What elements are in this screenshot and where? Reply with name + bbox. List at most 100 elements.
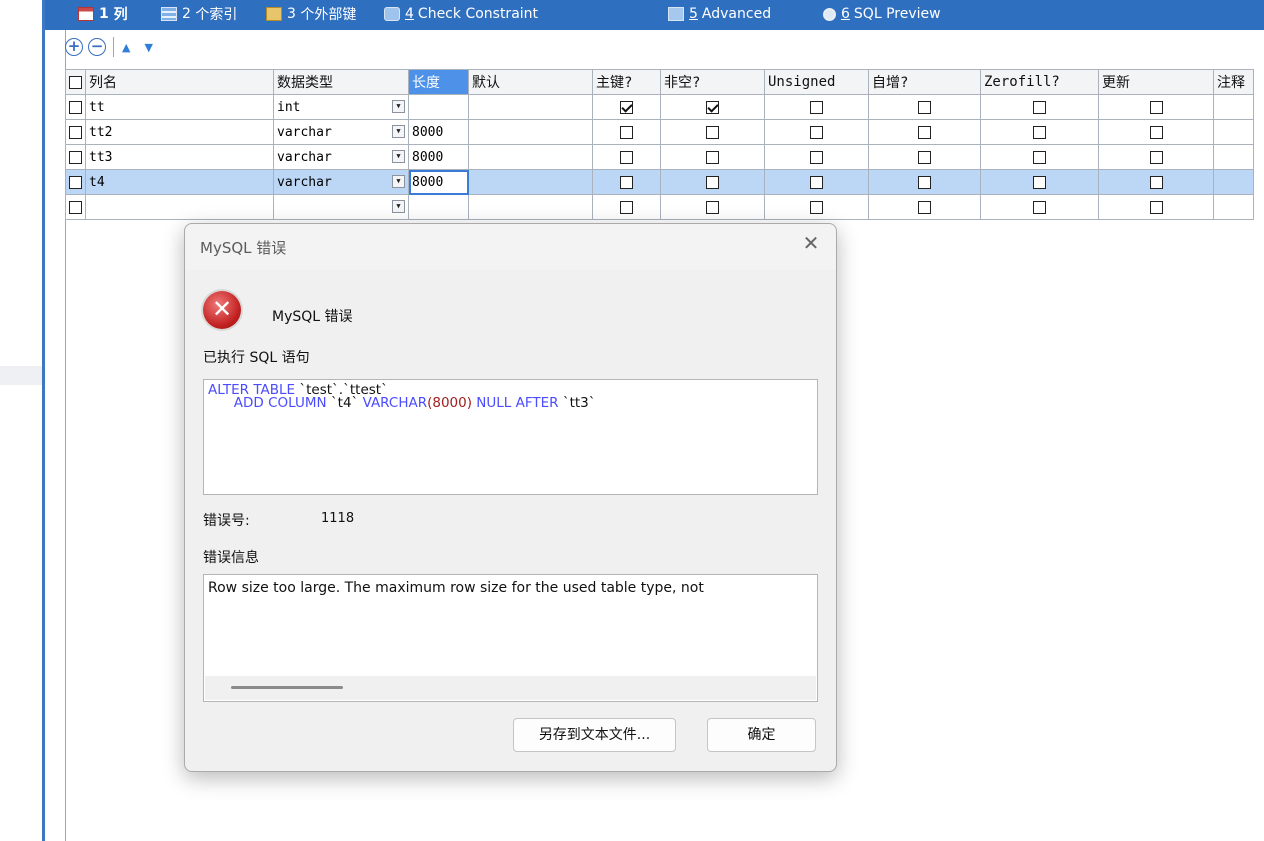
table-row[interactable]: t4 varchar ▼ 8000 [65, 169, 1254, 195]
header-default[interactable]: 默认 [468, 69, 593, 95]
zerofill-checkbox[interactable] [1033, 125, 1046, 139]
comment-cell[interactable] [1213, 144, 1254, 170]
auto-increment-checkbox[interactable] [918, 175, 931, 189]
unsigned-cell[interactable] [764, 119, 869, 145]
table-row[interactable]: tt2 varchar ▼ 8000 [65, 119, 1254, 145]
row-select-cell[interactable] [65, 194, 86, 220]
comment-cell[interactable] [1213, 119, 1254, 145]
tab-advanced[interactable]: 5 Advanced [668, 0, 771, 28]
zerofill-cell[interactable] [980, 169, 1099, 195]
length-cell[interactable]: 8000 [408, 144, 469, 170]
select-all-cell[interactable] [65, 69, 86, 95]
row-select-checkbox[interactable] [69, 175, 82, 189]
zerofill-cell[interactable] [980, 119, 1099, 145]
unsigned-checkbox[interactable] [810, 150, 823, 164]
unsigned-checkbox[interactable] [810, 200, 823, 214]
tab-foreign-keys[interactable]: 3 个外部键 [266, 0, 356, 28]
primary-key-cell[interactable] [592, 94, 661, 120]
not-null-cell[interactable] [660, 194, 765, 220]
length-cell[interactable]: 8000 [408, 169, 469, 195]
data-type-cell[interactable]: varchar ▼ [273, 169, 409, 195]
header-zerofill[interactable]: Zerofill? [980, 69, 1099, 95]
comment-cell[interactable] [1213, 194, 1254, 220]
header-on-update[interactable]: 更新 [1098, 69, 1214, 95]
not-null-checkbox[interactable] [706, 125, 719, 139]
unsigned-checkbox[interactable] [810, 125, 823, 139]
on-update-cell[interactable] [1098, 94, 1214, 120]
length-cell[interactable] [408, 94, 469, 120]
chevron-down-icon[interactable]: ▼ [392, 150, 405, 163]
auto-increment-checkbox[interactable] [918, 100, 931, 114]
zerofill-cell[interactable] [980, 94, 1099, 120]
row-select-cell[interactable] [65, 169, 86, 195]
row-select-checkbox[interactable] [69, 200, 82, 214]
not-null-checkbox[interactable] [706, 100, 719, 114]
tab-sql-preview[interactable]: 6 SQL Preview [823, 0, 941, 28]
comment-cell[interactable] [1213, 169, 1254, 195]
on-update-cell[interactable] [1098, 194, 1214, 220]
primary-key-checkbox[interactable] [620, 100, 633, 114]
header-auto-increment[interactable]: 自增? [868, 69, 981, 95]
not-null-cell[interactable] [660, 169, 765, 195]
unsigned-checkbox[interactable] [810, 100, 823, 114]
column-name-cell[interactable]: tt3 [85, 144, 274, 170]
column-name-cell[interactable]: t4 [85, 169, 274, 195]
close-icon[interactable]: ✕ [800, 232, 822, 254]
header-primary-key[interactable]: 主键? [592, 69, 661, 95]
zerofill-checkbox[interactable] [1033, 175, 1046, 189]
auto-increment-cell[interactable] [868, 169, 981, 195]
default-cell[interactable] [468, 144, 593, 170]
auto-increment-checkbox[interactable] [918, 200, 931, 214]
auto-increment-cell[interactable] [868, 144, 981, 170]
not-null-checkbox[interactable] [706, 200, 719, 214]
row-select-checkbox[interactable] [69, 100, 82, 114]
auto-increment-cell[interactable] [868, 94, 981, 120]
zerofill-cell[interactable] [980, 194, 1099, 220]
minus-circle-icon[interactable]: − [88, 38, 106, 56]
row-select-cell[interactable] [65, 119, 86, 145]
on-update-checkbox[interactable] [1149, 125, 1163, 139]
header-not-null[interactable]: 非空? [660, 69, 765, 95]
header-unsigned[interactable]: Unsigned [764, 69, 869, 95]
auto-increment-cell[interactable] [868, 194, 981, 220]
chevron-down-icon[interactable]: ▼ [392, 175, 405, 188]
on-update-checkbox[interactable] [1149, 200, 1163, 214]
column-name-cell[interactable] [85, 194, 274, 220]
sql-textbox[interactable]: ALTER TABLE `test`.`ttest` ADD COLUMN `t… [203, 379, 818, 495]
data-type-cell[interactable]: varchar ▼ [273, 119, 409, 145]
default-cell[interactable] [468, 169, 593, 195]
primary-key-checkbox[interactable] [620, 125, 633, 139]
on-update-cell[interactable] [1098, 169, 1214, 195]
error-message-textbox[interactable]: Row size too large. The maximum row size… [203, 574, 818, 702]
primary-key-cell[interactable] [592, 194, 661, 220]
auto-increment-checkbox[interactable] [918, 150, 931, 164]
unsigned-cell[interactable] [764, 94, 869, 120]
primary-key-checkbox[interactable] [620, 175, 633, 189]
table-row[interactable]: tt int ▼ [65, 94, 1254, 120]
default-cell[interactable] [468, 119, 593, 145]
on-update-checkbox[interactable] [1149, 150, 1163, 164]
not-null-cell[interactable] [660, 94, 765, 120]
default-cell[interactable] [468, 94, 593, 120]
row-select-cell[interactable] [65, 94, 86, 120]
column-name-cell[interactable]: tt [85, 94, 274, 120]
not-null-cell[interactable] [660, 144, 765, 170]
scrollbar-thumb[interactable] [231, 686, 343, 689]
unsigned-cell[interactable] [764, 194, 869, 220]
on-update-cell[interactable] [1098, 144, 1214, 170]
auto-increment-checkbox[interactable] [918, 125, 931, 139]
data-type-cell[interactable]: varchar ▼ [273, 144, 409, 170]
tab-check-constraint[interactable]: 4 Check Constraint [384, 0, 538, 28]
horizontal-scrollbar[interactable] [205, 676, 816, 700]
comment-cell[interactable] [1213, 94, 1254, 120]
not-null-cell[interactable] [660, 119, 765, 145]
on-update-cell[interactable] [1098, 119, 1214, 145]
table-row[interactable]: ▼ [65, 194, 1254, 220]
zerofill-checkbox[interactable] [1033, 100, 1046, 114]
chevron-down-icon[interactable]: ▼ [392, 200, 405, 213]
triangle-down-icon[interactable]: ▼ [144, 41, 152, 54]
length-cell[interactable]: 8000 [408, 119, 469, 145]
row-select-checkbox[interactable] [69, 150, 82, 164]
data-type-cell[interactable]: int ▼ [273, 94, 409, 120]
primary-key-checkbox[interactable] [620, 150, 633, 164]
